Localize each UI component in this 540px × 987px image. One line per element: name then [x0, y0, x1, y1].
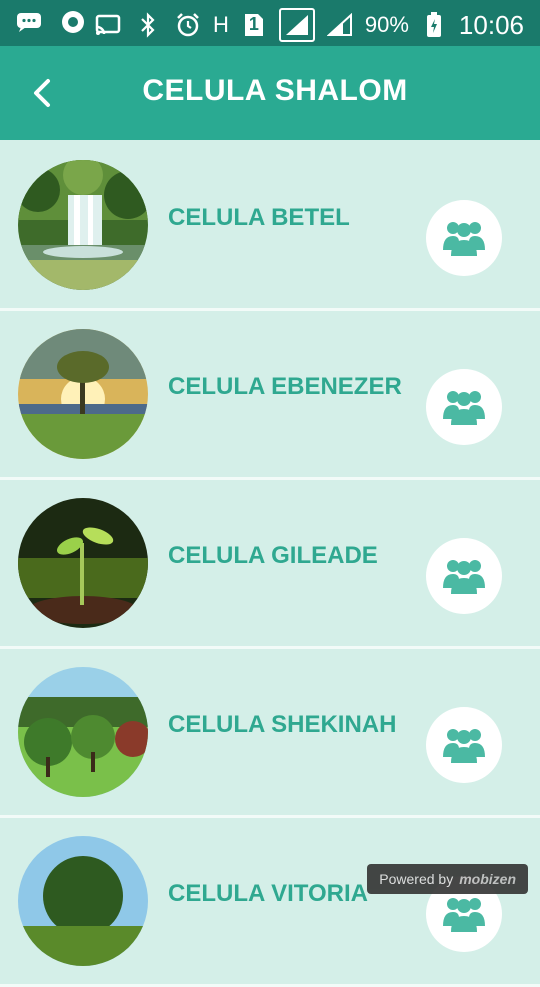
sim-number: 1: [248, 14, 259, 34]
network-type-label: H: [212, 12, 229, 37]
watermark-brand: mobizen: [459, 871, 516, 887]
battery-percent: 90%: [364, 12, 409, 37]
group-button[interactable]: [426, 200, 502, 276]
group-icon: [443, 391, 485, 425]
message-icon: [14, 8, 44, 36]
cell-name: CELULA BETEL: [168, 204, 350, 231]
signal-icon-sim1: [278, 8, 315, 42]
group-button[interactable]: [426, 369, 502, 445]
watermark-prefix: Powered by: [379, 871, 454, 887]
cell-name: CELULA SHEKINAH: [168, 711, 397, 738]
list-item[interactable]: CELULA BETEL: [0, 142, 540, 311]
cast-icon: [93, 11, 123, 39]
list-item[interactable]: CELULA GILEADE: [0, 480, 540, 649]
tree-sunset-photo: [18, 329, 148, 459]
app-notification-icon: [58, 8, 88, 36]
cell-list: CELULA BETEL CELULA EBENEZER CELULA GILE…: [0, 142, 540, 987]
recorder-watermark: Powered by mobizen: [367, 864, 528, 894]
bluetooth-icon: [133, 11, 163, 39]
group-icon: [443, 898, 485, 932]
list-item[interactable]: CELULA EBENEZER: [0, 311, 540, 480]
tree-photo: [18, 836, 148, 966]
cell-name: CELULA EBENEZER: [168, 373, 402, 400]
status-bar: H 1 90% 10:06: [0, 0, 540, 46]
alarm-icon: [173, 11, 203, 39]
cell-name: CELULA GILEADE: [168, 542, 378, 569]
app-bar: CELULA SHALOM: [0, 46, 540, 140]
group-icon: [443, 729, 485, 763]
group-icon: [443, 222, 485, 256]
cell-name: CELULA VITORIA: [168, 880, 369, 907]
battery-charging-icon: [419, 11, 449, 39]
clock-time: 10:06: [458, 9, 524, 40]
list-item[interactable]: CELULA SHEKINAH: [0, 649, 540, 818]
page-title: CELULA SHALOM: [142, 74, 408, 107]
group-icon: [443, 560, 485, 594]
waterfall-photo: [18, 160, 148, 290]
signal-icon-sim2: [325, 11, 355, 39]
park-trees-photo: [18, 667, 148, 797]
sim-icon: 1: [239, 11, 269, 39]
group-button[interactable]: [426, 707, 502, 783]
group-button[interactable]: [426, 538, 502, 614]
list-item[interactable]: CELULA VITORIA: [0, 818, 540, 987]
sprout-photo: [18, 498, 148, 628]
